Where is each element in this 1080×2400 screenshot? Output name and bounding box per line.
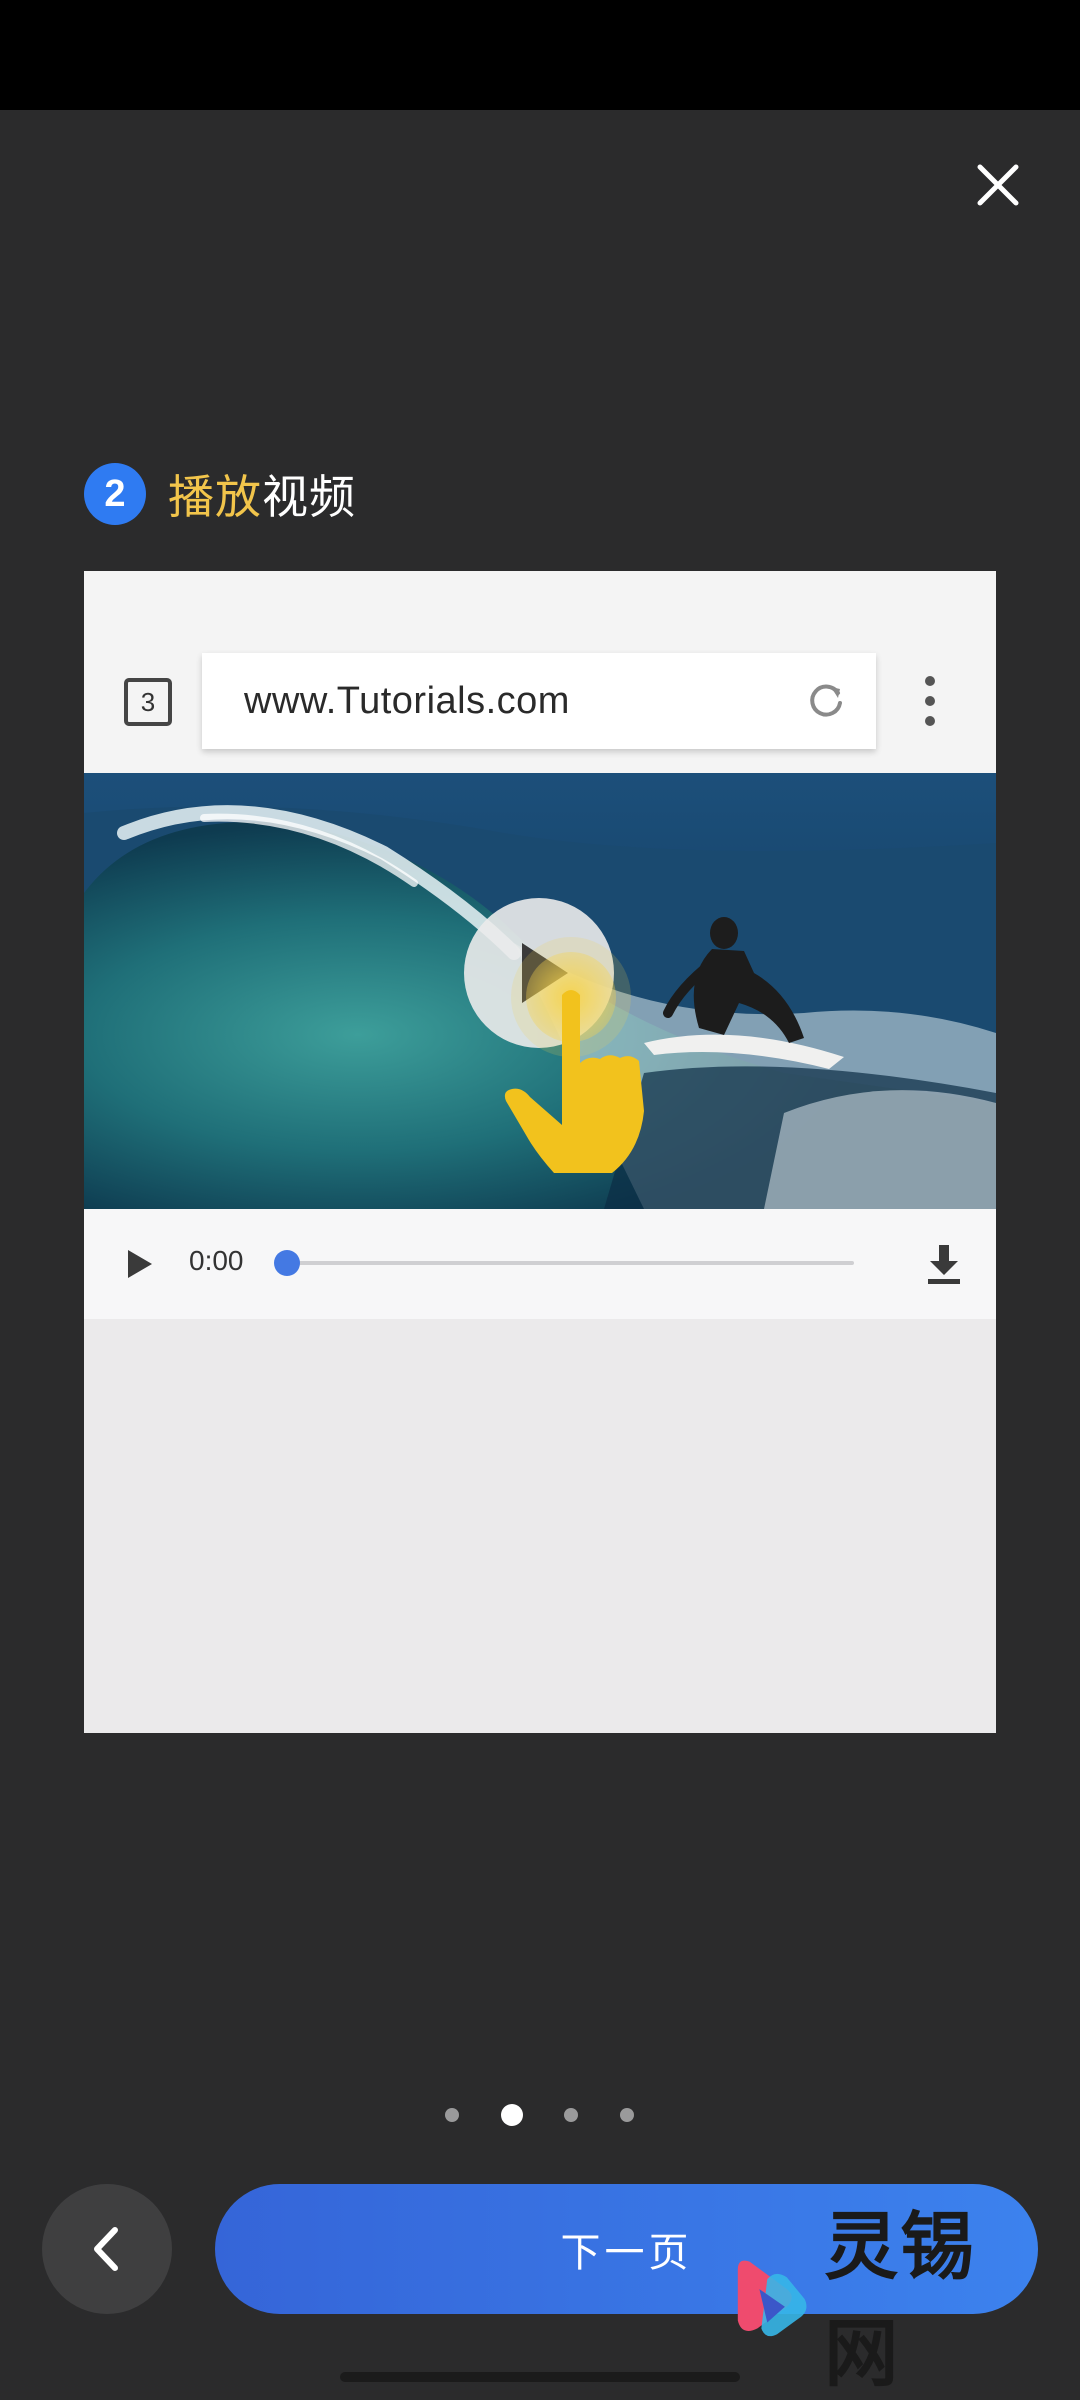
page-dot bbox=[620, 2108, 634, 2122]
step-heading: 2 播放视频 bbox=[84, 462, 356, 526]
watermark-text: 灵锡网 bbox=[824, 2204, 977, 2397]
video-time: 0:00 bbox=[189, 1245, 244, 1276]
surfing-video-image bbox=[84, 773, 996, 1209]
tutorial-screen: 2 播放视频 3 www.Tutorials.com 0:00 下一页 灵锡网 bbox=[0, 0, 1080, 2400]
chevron-left-icon bbox=[94, 2227, 118, 2271]
tutorial-illustration: 3 www.Tutorials.com 0:00 bbox=[84, 571, 996, 1733]
url-text: www.Tutorials.com bbox=[244, 679, 570, 722]
reload-icon bbox=[810, 684, 842, 717]
page-dot bbox=[445, 2108, 459, 2122]
watermark: 灵锡网 bbox=[728, 2204, 1048, 2397]
step-title-rest: 视频 bbox=[262, 470, 356, 524]
video-progress-track bbox=[289, 1261, 854, 1265]
close-icon bbox=[977, 164, 1019, 206]
page-dot-active bbox=[501, 2104, 523, 2126]
video-frame bbox=[84, 773, 996, 1209]
step-number-badge: 2 bbox=[84, 463, 146, 525]
more-vert-icon bbox=[925, 676, 935, 726]
status-bar bbox=[0, 0, 1080, 110]
video-controls: 0:00 bbox=[84, 1209, 996, 1319]
step-title: 播放视频 bbox=[168, 461, 356, 527]
close-button[interactable] bbox=[958, 145, 1038, 225]
play-icon bbox=[128, 1250, 152, 1278]
download-icon bbox=[928, 1245, 960, 1284]
step-title-highlight: 播放 bbox=[168, 470, 262, 524]
url-bar: www.Tutorials.com bbox=[202, 653, 876, 749]
watermark-logo bbox=[737, 2260, 807, 2337]
tab-count-icon: 3 bbox=[124, 678, 172, 726]
browser-toolbar: 3 www.Tutorials.com bbox=[84, 571, 996, 775]
page-indicator bbox=[0, 2100, 1080, 2130]
page-dot bbox=[564, 2108, 578, 2122]
home-indicator bbox=[340, 2372, 740, 2382]
back-button[interactable] bbox=[42, 2184, 172, 2314]
video-progress-knob bbox=[274, 1250, 300, 1276]
